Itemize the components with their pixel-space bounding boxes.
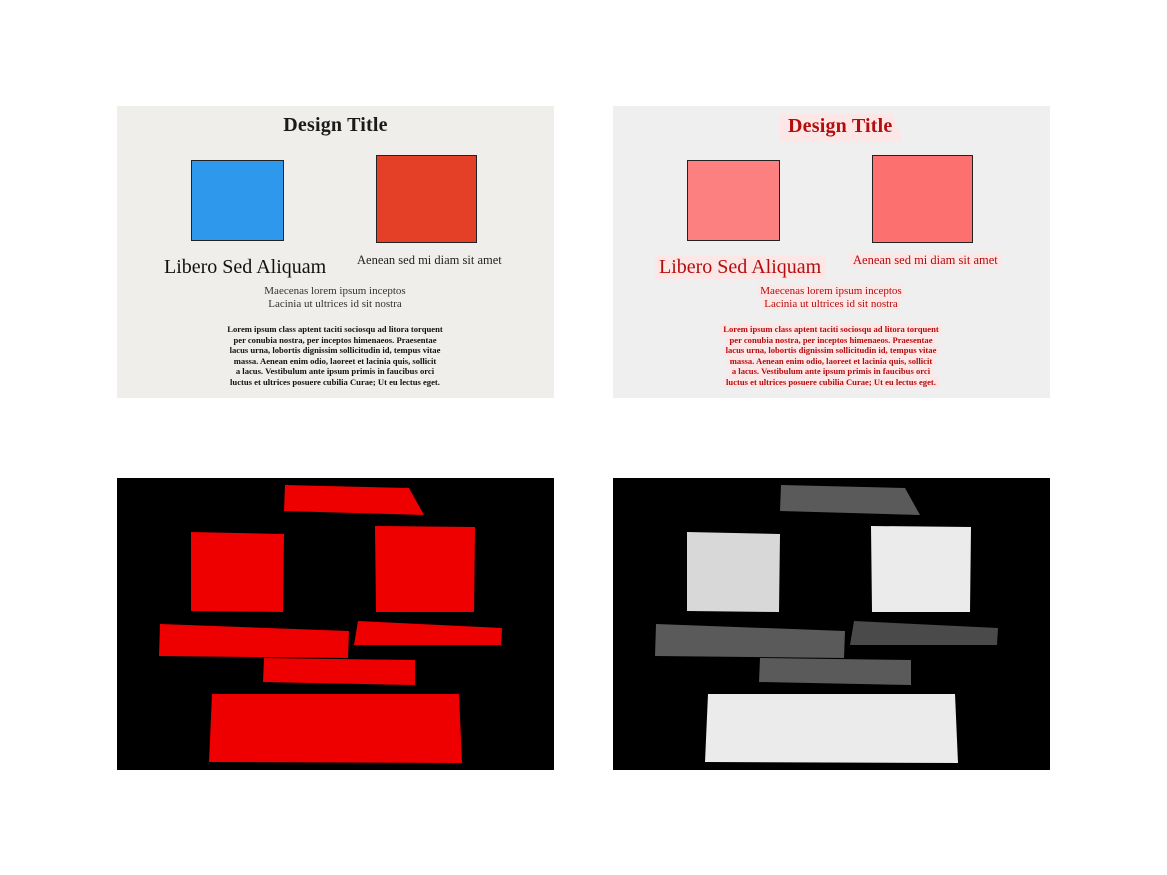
mask-body (209, 694, 462, 763)
body-line: Lorem ipsum class aptent taciti sociosqu… (227, 324, 443, 334)
mask-title (284, 485, 424, 515)
design-title: Design Title (283, 114, 388, 136)
binary-mask-svg (159, 485, 502, 763)
grayscale-mask-svg (655, 485, 998, 763)
body-line: massa. Aenean enim odio, laoreet et laci… (233, 355, 437, 366)
body-line: luctus et ultrices posuere cubilia Curae… (230, 376, 440, 387)
caption-line: Maecenas lorem ipsum inceptos (264, 285, 406, 297)
gray-square-a (687, 532, 780, 612)
grayscale-mask-panel (613, 478, 1050, 770)
body-paragraph-highlighted: Lorem ipsum class aptent taciti sociosqu… (701, 324, 961, 388)
mask-subheading (354, 621, 502, 645)
caption-text-highlighted: Maecenas lorem ipsum inceptos Lacinia ut… (731, 285, 931, 310)
mask-square-a (191, 532, 284, 612)
body-line: luctus et ultrices posuere cubilia Curae… (723, 376, 939, 388)
square-a-highlighted (687, 160, 780, 241)
mask-heading (159, 624, 349, 658)
gray-caption (759, 658, 911, 685)
body-line: massa. Aenean enim odio, laoreet et laci… (726, 355, 936, 367)
figure: { "design": { "title": "Design Title", "… (0, 0, 1167, 875)
square-b-highlighted (872, 155, 973, 243)
body-line: a lacus. Vestibulum ante ipsum primis in… (235, 366, 435, 377)
body-line: a lacus. Vestibulum ante ipsum primis in… (728, 366, 934, 377)
caption-text: Maecenas lorem ipsum inceptos Lacinia ut… (235, 285, 435, 310)
blue-square (191, 160, 284, 241)
heading-text: Libero Sed Aliquam (164, 256, 327, 278)
mask-caption (263, 658, 415, 685)
body-line: Lorem ipsum class aptent taciti sociosqu… (720, 324, 942, 335)
gray-heading (655, 624, 845, 658)
design-title-highlighted: Design Title (780, 114, 903, 141)
caption-line: Lacinia ut ultrices id sit nostra (762, 297, 900, 310)
original-design-panel: Design Title Libero Sed Aliquam Aenean s… (117, 106, 554, 398)
body-paragraph: Lorem ipsum class aptent taciti sociosqu… (205, 324, 465, 388)
gray-square-b (871, 526, 971, 612)
body-line: lacus urna, lobortis dignissim sollicitu… (229, 345, 441, 356)
subheading-text-highlighted: Aenean sed mi diam sit amet (850, 253, 1001, 268)
mask-square-b (375, 526, 475, 612)
heading-text-highlighted: Libero Sed Aliquam (655, 256, 826, 279)
subheading-text: Aenean sed mi diam sit amet (357, 253, 502, 267)
body-line: per conubia nostra, per inceptos himenae… (726, 334, 936, 346)
highlighted-design-panel: Design Title Libero Sed Aliquam Aenean s… (613, 106, 1050, 398)
gray-body (705, 694, 958, 763)
caption-line: Lacinia ut ultrices id sit nostra (268, 297, 402, 310)
body-line: lacus urna, lobortis dignissim sollicitu… (722, 345, 940, 356)
red-square (376, 155, 477, 243)
caption-line: Maecenas lorem ipsum inceptos (758, 285, 904, 298)
body-line: per conubia nostra, per inceptos himenae… (233, 334, 437, 345)
binary-mask-panel (117, 478, 554, 770)
gray-subheading (850, 621, 998, 645)
gray-title (780, 485, 920, 515)
